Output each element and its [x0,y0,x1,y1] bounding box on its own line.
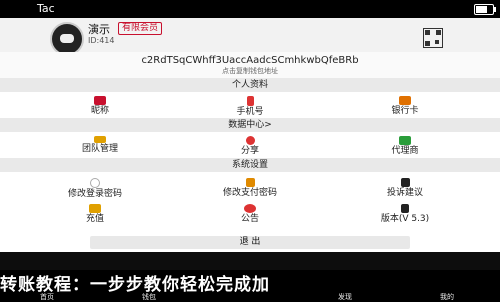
copy-address-hint: 点击复制钱包地址 [222,67,278,75]
menu-item-phone[interactable]: 手机号 [210,96,290,118]
wallet-icon [89,204,101,213]
menu-item-bank-card[interactable]: 银行卡 [365,96,445,117]
crown-icon [94,136,106,143]
menu-item-version[interactable]: 版本(V 5.3) [345,204,465,225]
menu-item-team[interactable]: 团队管理 [50,136,150,155]
carrier-label: Tac [37,2,55,15]
personal-row: 昵称 手机号 银行卡 [0,92,500,118]
key-icon [245,178,255,187]
section-title-personal: 个人资料 [0,78,500,92]
agent-icon [399,136,411,145]
feedback-icon [400,178,410,187]
id-card-icon [94,96,106,105]
user-id: ID:414 [88,36,115,45]
share-icon [245,136,255,145]
settings-grid: 修改登录密码 修改支付密码 投诉建议 充值 公告 版本(V 5.3) [0,172,500,230]
wallet-address-block[interactable]: c2RdTSqCWhff3UaccAadcSCmhkwbQfeBRb 点击复制钱… [0,52,500,78]
section-title-data-center[interactable]: 数据中心> [0,118,500,132]
menu-item-agent[interactable]: 代理商 [365,136,445,157]
battery-icon [474,4,496,15]
phone-icon [246,96,254,106]
data-center-row: 团队管理 分享 代理商 [0,132,500,158]
menu-item-recharge[interactable]: 充值 [40,204,150,225]
qr-code-icon[interactable] [423,28,443,48]
avatar[interactable] [50,22,84,56]
tab-home[interactable]: 首页 [40,292,54,302]
status-bar: Tac [0,0,500,18]
tab-mine[interactable]: 我的 [440,292,454,302]
menu-item-pay-password[interactable]: 修改支付密码 [195,178,305,199]
menu-item-announcement[interactable]: 公告 [195,204,305,225]
menu-item-nickname[interactable]: 昵称 [60,96,140,117]
dark-spacer [0,252,500,270]
tab-wallet[interactable]: 钱包 [142,292,156,302]
bank-card-icon [399,96,411,105]
menu-item-share[interactable]: 分享 [210,136,290,157]
menu-item-feedback[interactable]: 投诉建议 [355,178,455,199]
section-title-settings: 系统设置 [0,158,500,172]
lock-icon [90,178,100,188]
member-badge: 有限会员 [118,22,163,35]
logout-button[interactable]: 退 出 [90,236,410,249]
tab-discover[interactable]: 发现 [338,292,352,302]
banner-title: 转账教程：一步步教你轻松完成加 [0,275,270,292]
user-name: 演示 [88,23,110,36]
megaphone-icon [244,204,256,213]
tab-bar [0,292,500,300]
menu-item-login-password[interactable]: 修改登录密码 [40,178,150,200]
wallet-address: c2RdTSqCWhff3UaccAadcSCmhkwbQfeBRb [141,55,359,66]
version-icon [401,204,409,213]
